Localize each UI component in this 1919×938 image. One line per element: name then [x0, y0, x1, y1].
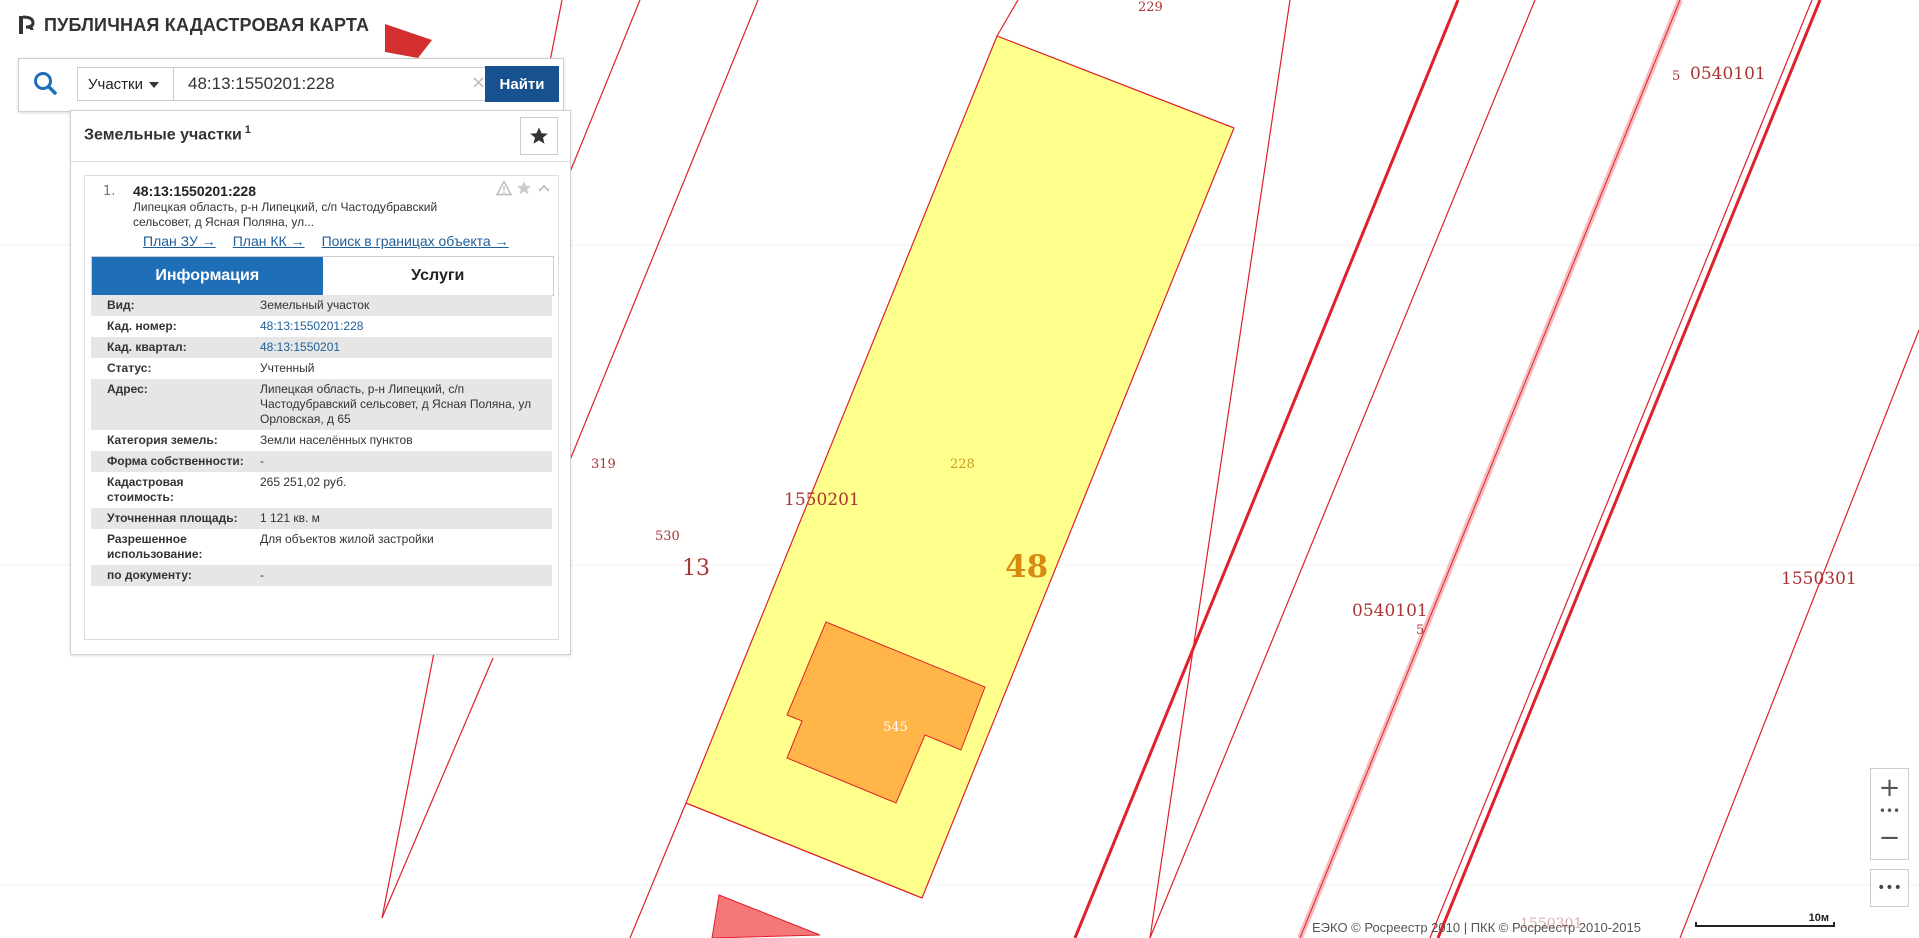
- info-row: Категория земель: Земли населённых пункт…: [91, 430, 552, 451]
- label-quarter-1550301: 1550301: [1781, 569, 1857, 589]
- label-319: 319: [591, 457, 616, 472]
- result-number: 1.: [103, 184, 116, 199]
- info-row: Разрешенное использование: Для объектов …: [91, 529, 552, 565]
- more-options-button[interactable]: •••: [1870, 869, 1909, 907]
- info-value: 48:13:1550201: [256, 337, 552, 358]
- cadastral-quarter-link[interactable]: 48:13:1550201: [260, 340, 340, 354]
- find-button[interactable]: Найти: [485, 66, 559, 102]
- label-228: 228: [950, 457, 975, 472]
- result-card[interactable]: 1. 48:13:1550201:228 Липецкая область, р…: [84, 175, 559, 640]
- info-value: Липецкая область, р-н Липецкий, с/п Част…: [260, 382, 532, 426]
- cadastral-number-link[interactable]: 48:13:1550201:228: [260, 319, 363, 333]
- star-icon: [530, 127, 548, 144]
- search-bar: Участки × Найти: [18, 58, 564, 112]
- app-title: ПУБЛИЧНАЯ КАДАСТРОВАЯ КАРТА: [44, 14, 370, 35]
- search-type-label: Участки: [88, 76, 143, 93]
- info-table: Вид: Земельный участок Кад. номер: 48:13…: [91, 295, 552, 586]
- red-parcel-top[interactable]: [385, 24, 432, 58]
- zoom-in-button[interactable]: +: [1871, 769, 1908, 807]
- info-row: Уточненная площадь: 1 121 кв. м: [91, 508, 552, 529]
- info-key: Уточненная площадь:: [107, 511, 238, 525]
- info-key: Кадастровая стоимость:: [107, 475, 184, 504]
- red-parcel-bottom[interactable]: [711, 894, 821, 938]
- result-address: Липецкая область, р-н Липецкий, с/п Част…: [133, 200, 438, 229]
- label-quarter-1550201: 1550201: [784, 490, 860, 510]
- info-row: Статус: Учтенный: [91, 358, 552, 379]
- info-row: Кад. номер: 48:13:1550201:228: [91, 316, 552, 337]
- info-row: Кад. квартал: 48:13:1550201: [91, 337, 552, 358]
- info-row: Кадастровая стоимость: 265 251,02 руб.: [91, 472, 552, 508]
- label-five-top: 5: [1672, 69, 1680, 84]
- info-value: Учтенный: [260, 361, 315, 375]
- label-229: 229: [1138, 0, 1163, 15]
- app-header: ПУБЛИЧНАЯ КАДАСТРОВАЯ КАРТА: [18, 14, 369, 36]
- info-row: по документу: -: [91, 565, 552, 586]
- tab-info[interactable]: Информация: [92, 257, 323, 295]
- clear-search-icon[interactable]: ×: [471, 72, 486, 93]
- plan-zu-link[interactable]: План ЗУ →: [143, 233, 216, 249]
- star-outline-icon[interactable]: [516, 180, 532, 196]
- info-row: Вид: Земельный участок: [91, 295, 552, 316]
- info-key: Кад. квартал:: [107, 340, 187, 354]
- card-actions: [495, 180, 552, 196]
- info-value: Земельный участок: [260, 298, 370, 312]
- label-district-13: 13: [682, 556, 710, 581]
- label-building-545: 545: [883, 720, 908, 735]
- info-row: Адрес: Липецкая область, р-н Липецкий, с…: [91, 379, 552, 430]
- info-value: -: [260, 568, 264, 582]
- favorites-button[interactable]: [520, 117, 558, 155]
- search-type-select[interactable]: Участки: [77, 67, 173, 101]
- info-value: 48:13:1550201:228: [256, 316, 552, 337]
- label-530: 530: [655, 529, 680, 544]
- info-key: Категория земель:: [107, 433, 218, 447]
- info-key: по документу:: [107, 568, 192, 582]
- info-key: Форма собственности:: [107, 454, 244, 468]
- search-icon[interactable]: [31, 69, 59, 99]
- chevron-down-icon: [149, 82, 159, 89]
- info-value: Для объектов жилой застройки: [260, 532, 434, 546]
- warning-icon[interactable]: [495, 180, 513, 196]
- info-value: 265 251,02 руб.: [260, 475, 347, 489]
- search-input[interactable]: [173, 67, 503, 101]
- label-region-48: 48: [1005, 549, 1048, 585]
- logo-icon: [19, 15, 35, 34]
- zoom-control: + ••• −: [1870, 768, 1909, 860]
- info-value: -: [260, 454, 264, 468]
- info-key: Разрешенное использование:: [107, 532, 203, 561]
- plan-kk-link[interactable]: План КК →: [233, 233, 305, 249]
- search-in-bounds-link[interactable]: Поиск в границах объекта →: [322, 233, 509, 249]
- results-panel: Земельные участки 1 1. 48:13:1550201:228 …: [70, 110, 571, 655]
- label-quarter-0540101-top: 0540101: [1690, 64, 1766, 84]
- info-key: Адрес:: [107, 382, 148, 396]
- chevron-up-icon[interactable]: [536, 180, 552, 196]
- panel-title: Земельные участки 1: [84, 124, 251, 144]
- result-tabs: Информация Услуги: [91, 256, 554, 296]
- copyright-text: ЕЭКО © Росреестр 2010 | ПКК © Росреестр …: [1312, 920, 1641, 935]
- info-row: Форма собственности: -: [91, 451, 552, 472]
- scale-bar: 10м: [1695, 912, 1835, 930]
- panel-title-text: Земельные участки: [84, 126, 242, 144]
- info-key: Статус:: [107, 361, 152, 375]
- panel-header: Земельные участки 1: [71, 111, 570, 162]
- info-value: Земли населённых пунктов: [260, 433, 413, 447]
- label-five-mid: 5: [1416, 623, 1424, 638]
- info-key: Кад. номер:: [107, 319, 177, 333]
- result-cadastral-id[interactable]: 48:13:1550201:228: [133, 183, 256, 199]
- label-quarter-0540101-mid: 0540101: [1352, 601, 1428, 621]
- tab-services[interactable]: Услуги: [322, 257, 553, 295]
- zoom-out-button[interactable]: −: [1871, 819, 1908, 857]
- info-value: 1 121 кв. м: [260, 511, 320, 525]
- result-links: План ЗУ → План КК → Поиск в границах объ…: [143, 233, 509, 249]
- scale-line: [1695, 922, 1835, 927]
- result-count: 1: [244, 124, 251, 136]
- zoom-dots-icon: •••: [1878, 804, 1901, 818]
- info-key: Вид:: [107, 298, 135, 312]
